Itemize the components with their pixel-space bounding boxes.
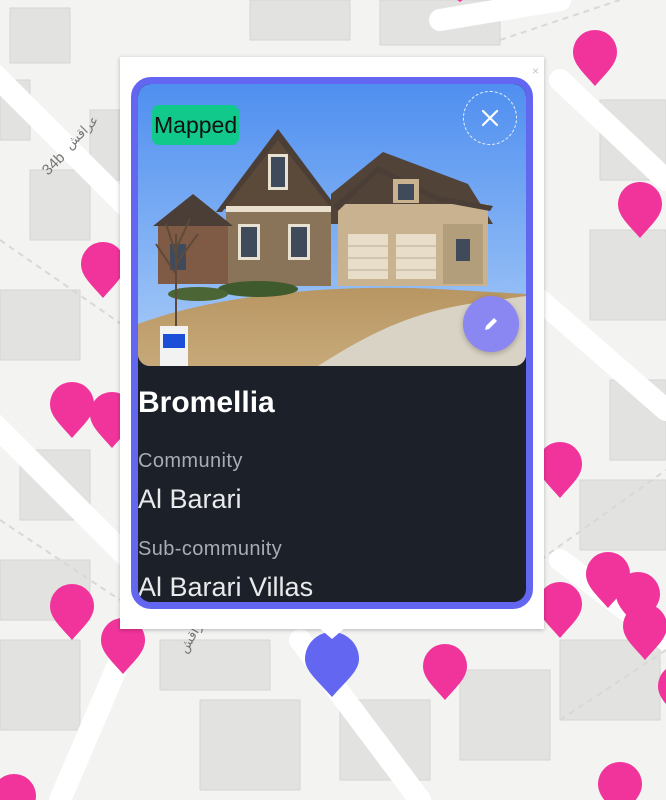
edit-button[interactable] — [463, 296, 519, 352]
community-value: Al Barari — [138, 484, 242, 514]
property-photo: Mapped — [138, 84, 526, 366]
property-title: Bromellia — [138, 386, 275, 419]
status-badge: Mapped — [152, 105, 240, 145]
popup-pointer — [318, 627, 346, 639]
community-label: Community — [138, 450, 243, 472]
popup-close-icon[interactable]: × — [532, 65, 542, 77]
subcommunity-value: Al Barari Villas — [138, 572, 314, 602]
close-button[interactable] — [463, 91, 517, 145]
close-icon — [481, 109, 499, 127]
property-card: Mapped Bromellia Community Al Barari Sub… — [131, 77, 533, 609]
pencil-icon — [485, 318, 497, 330]
subcommunity-label: Sub-community — [138, 538, 283, 560]
